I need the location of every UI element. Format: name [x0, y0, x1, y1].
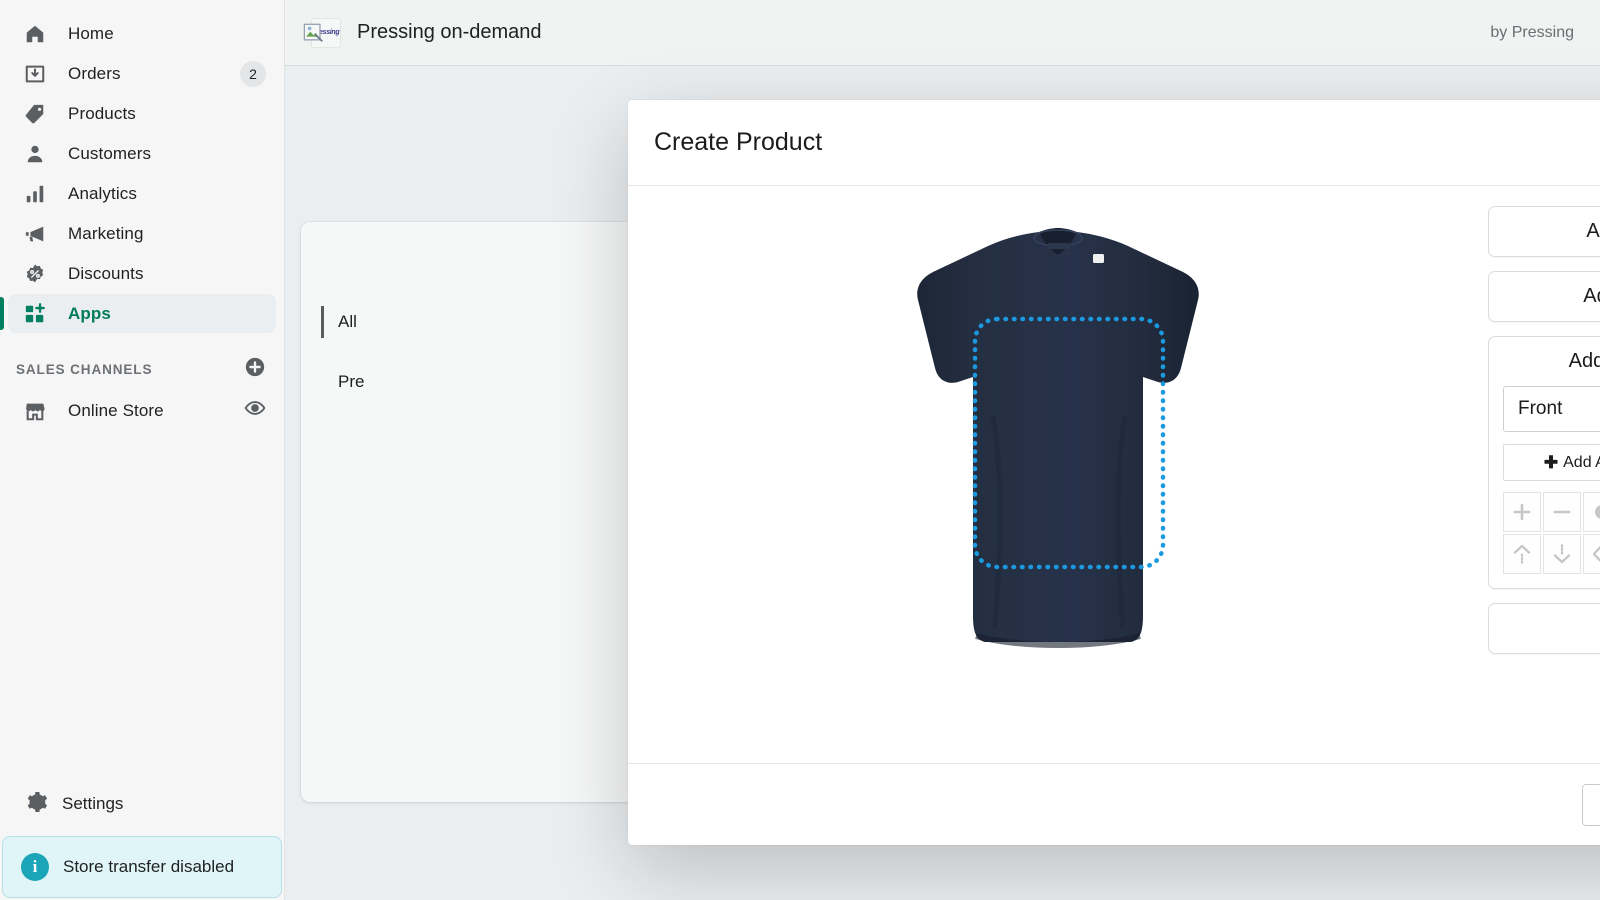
panel-add-images-header[interactable]: Add Images [1489, 337, 1600, 386]
tshirt-graphic [917, 228, 1199, 648]
analytics-bars-icon [24, 183, 54, 205]
discount-percent-icon [24, 263, 54, 285]
panel-add-text[interactable]: Add Text [1488, 271, 1600, 322]
sidebar-item-settings[interactable]: Settings [8, 782, 276, 826]
panel-size[interactable]: Size [1488, 603, 1600, 654]
home-icon [24, 23, 54, 45]
panel-aspects-header[interactable]: Aspects [1489, 207, 1600, 256]
panel-title: Aspects [1586, 220, 1600, 242]
sidebar-item-apps[interactable]: Apps [0, 294, 276, 333]
customer-person-icon [24, 143, 54, 165]
image-side-select[interactable]: Front [1503, 386, 1600, 432]
sidebar-item-discounts[interactable]: Discounts [8, 254, 276, 293]
panel-aspects[interactable]: Aspects [1488, 206, 1600, 257]
zoom-out-minus-icon[interactable] [1543, 492, 1581, 532]
modal-title: Create Product [654, 128, 823, 156]
sidebar-item-label: Online Store [68, 400, 164, 420]
eye-icon[interactable] [244, 397, 266, 424]
apps-grid-plus-icon [24, 302, 54, 325]
storefront-icon [24, 400, 54, 422]
panel-add-images-body: Front ✚ Add Another Image [1489, 386, 1600, 588]
image-tool-grid [1503, 492, 1600, 574]
sales-channels-heading: SALES CHANNELS [16, 362, 153, 377]
modal-header: Create Product [628, 100, 1600, 186]
sidebar-item-home[interactable]: Home [8, 14, 276, 53]
sidebar-item-label: Home [68, 23, 114, 43]
store-transfer-label: Store transfer disabled [63, 857, 235, 876]
sidebar-item-label: Apps [68, 303, 111, 323]
add-another-image-label: Add Another Image [1563, 453, 1600, 471]
sidebar-item-products[interactable]: Products [8, 94, 276, 133]
sidebar-item-label: Customers [68, 143, 152, 163]
sales-channels-header: SALES CHANNELS [0, 334, 284, 391]
sidebar-item-label: Products [68, 103, 136, 123]
move-left-icon[interactable] [1583, 534, 1600, 574]
sidebar-item-marketing[interactable]: Marketing [8, 214, 276, 253]
sidebar-item-label: Marketing [68, 223, 144, 243]
settings-label: Settings [62, 794, 124, 813]
marketing-megaphone-icon [24, 223, 54, 245]
plus-icon: ✚ [1543, 452, 1559, 472]
sidebar-nav: Home Orders 2 Products Customers Analyti… [0, 0, 284, 334]
tshirt-preview [843, 216, 1273, 666]
info-circle-icon: i [21, 853, 49, 881]
panel-title: Add Images [1568, 350, 1600, 372]
panel-add-images[interactable]: Add Images Front [1488, 336, 1600, 589]
panel-title: Add Text [1583, 285, 1600, 307]
plus-circle-icon[interactable] [244, 356, 266, 383]
add-another-image-button[interactable]: ✚ Add Another Image [1503, 444, 1600, 481]
store-transfer-banner[interactable]: i Store transfer disabled [2, 836, 282, 898]
product-preview-canvas[interactable] [628, 200, 1488, 763]
sidebar-item-online-store[interactable]: Online Store [8, 391, 276, 430]
sidebar-item-customers[interactable]: Customers [8, 134, 276, 173]
orders-count-badge: 2 [240, 60, 266, 87]
product-tag-icon [24, 103, 54, 125]
sales-channels-list: Online Store [0, 391, 284, 431]
sidebar-item-label: Discounts [68, 263, 144, 283]
sidebar: Home Orders 2 Products Customers Analyti… [0, 0, 285, 900]
gear-icon [24, 790, 48, 819]
move-up-icon[interactable] [1503, 534, 1541, 574]
image-side-value: Front [1518, 398, 1563, 419]
app-root: Home Orders 2 Products Customers Analyti… [0, 0, 1600, 900]
zoom-in-plus-icon[interactable] [1503, 492, 1541, 532]
sidebar-item-label: Orders [68, 63, 121, 83]
main-area: pressing Pressing on-demand by Pressing … [285, 0, 1600, 900]
cancel-button[interactable]: Cancel [1581, 783, 1600, 826]
sidebar-item-orders[interactable]: Orders 2 [8, 54, 276, 93]
move-down-icon[interactable] [1543, 534, 1581, 574]
modal-body: Aspects Add Text [628, 186, 1600, 763]
create-product-modal: Create Product A A Add Front ✚ Add [628, 100, 1600, 845]
orders-inbox-icon [24, 63, 54, 85]
panel-size-header[interactable]: Size [1489, 604, 1600, 653]
tool-panel-column: Aspects Add Text [1488, 200, 1600, 763]
sidebar-item-analytics[interactable]: Analytics [8, 174, 276, 213]
sidebar-item-label: Analytics [68, 183, 137, 203]
modal-footer: Cancel Next [628, 763, 1600, 845]
circle-filled-icon[interactable] [1583, 492, 1600, 532]
panel-add-text-header[interactable]: Add Text [1489, 272, 1600, 321]
